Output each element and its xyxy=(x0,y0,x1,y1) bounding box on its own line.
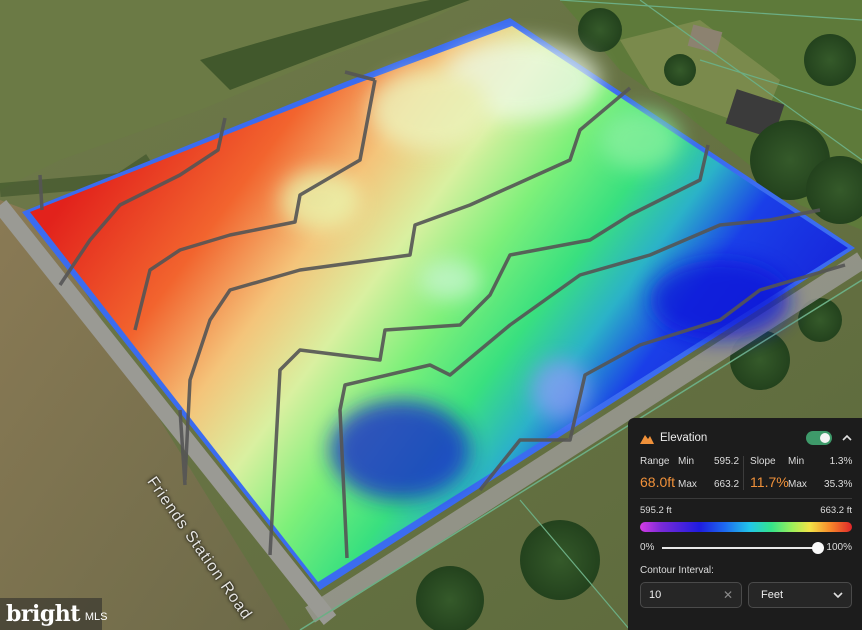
contour-unit-value: Feet xyxy=(761,589,784,601)
slope-label: Slope xyxy=(750,456,776,467)
elevation-toggle[interactable] xyxy=(806,431,832,445)
watermark-brand: bright xyxy=(6,601,80,627)
chevron-up-icon[interactable] xyxy=(842,433,852,443)
mls-watermark: bright MLS xyxy=(0,598,108,630)
contour-unit-select[interactable]: Feet xyxy=(748,582,852,608)
elevation-panel: Elevation Range Min 595.2 68.0ft Max 663… xyxy=(628,418,862,630)
range-value: 68.0ft xyxy=(640,474,676,490)
watermark-sub: MLS xyxy=(84,611,108,623)
slope-min-label: Min xyxy=(788,456,805,467)
opacity-slider-row: 0% 100% xyxy=(640,541,852,554)
slope-max-label: Max xyxy=(788,479,807,490)
range-min-value: 595.2 xyxy=(714,456,740,467)
contour-interval-row: 10 ✕ Feet xyxy=(640,582,852,608)
range-max-value: 663.2 xyxy=(714,479,740,490)
panel-header: Elevation xyxy=(640,418,852,458)
slope-stats: Slope Min 1.3% 11.7% Max 35.3% xyxy=(743,456,856,490)
scale-low-label: 595.2 ft xyxy=(640,505,672,516)
range-label: Range xyxy=(640,456,670,467)
opacity-slider-thumb[interactable] xyxy=(812,541,825,554)
contour-interval-value: 10 xyxy=(649,589,662,601)
panel-title: Elevation xyxy=(660,432,708,444)
elevation-color-scale xyxy=(640,522,852,532)
clear-icon[interactable]: ✕ xyxy=(723,588,733,602)
scale-labels: 595.2 ft 663.2 ft xyxy=(640,505,852,516)
mountain-icon xyxy=(640,435,654,444)
contour-interval-input[interactable]: 10 ✕ xyxy=(640,582,742,608)
stats-block: Range Min 595.2 68.0ft Max 663.2 Slope M… xyxy=(640,456,852,490)
slope-min-value: 1.3% xyxy=(829,456,853,467)
range-stats: Range Min 595.2 68.0ft Max 663.2 xyxy=(640,456,743,490)
range-max-label: Max xyxy=(678,479,697,490)
range-min-label: Min xyxy=(678,456,695,467)
toggle-knob xyxy=(820,433,830,443)
opacity-min-label: 0% xyxy=(640,542,655,553)
divider xyxy=(640,498,852,499)
slope-value: 11.7% xyxy=(750,474,789,490)
opacity-slider[interactable] xyxy=(662,541,825,554)
slope-max-value: 35.3% xyxy=(824,479,853,490)
opacity-max-label: 100% xyxy=(826,542,852,553)
scale-high-label: 663.2 ft xyxy=(820,505,852,516)
chevron-down-icon xyxy=(833,592,843,599)
contour-interval-label: Contour Interval: xyxy=(640,565,714,576)
